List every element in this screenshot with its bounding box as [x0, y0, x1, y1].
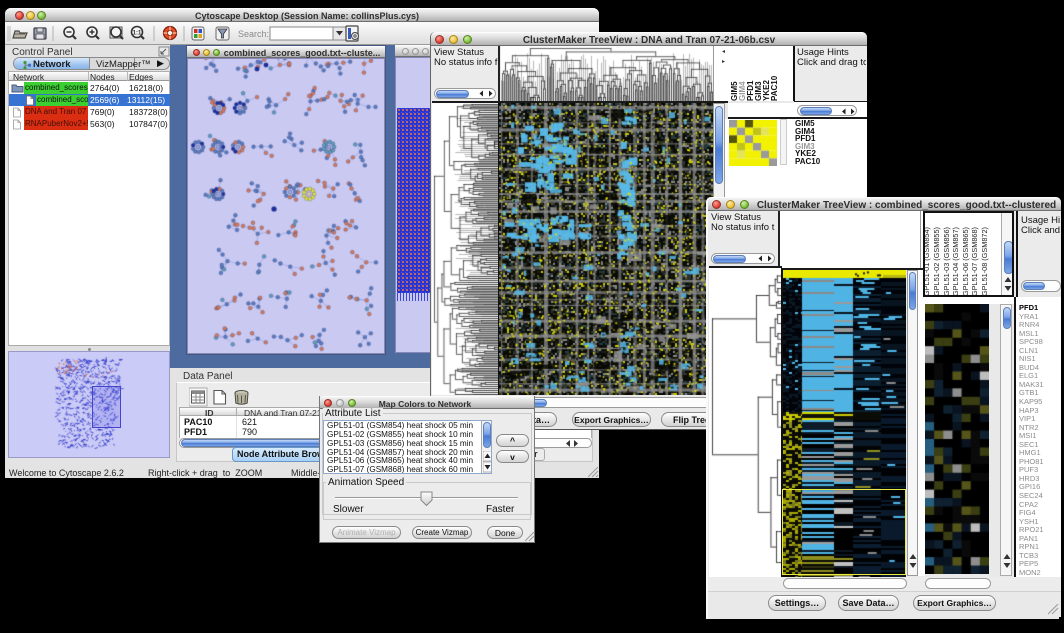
svg-text:1:1: 1:1 — [133, 31, 142, 37]
svg-text:Search:: Search: — [238, 29, 269, 39]
